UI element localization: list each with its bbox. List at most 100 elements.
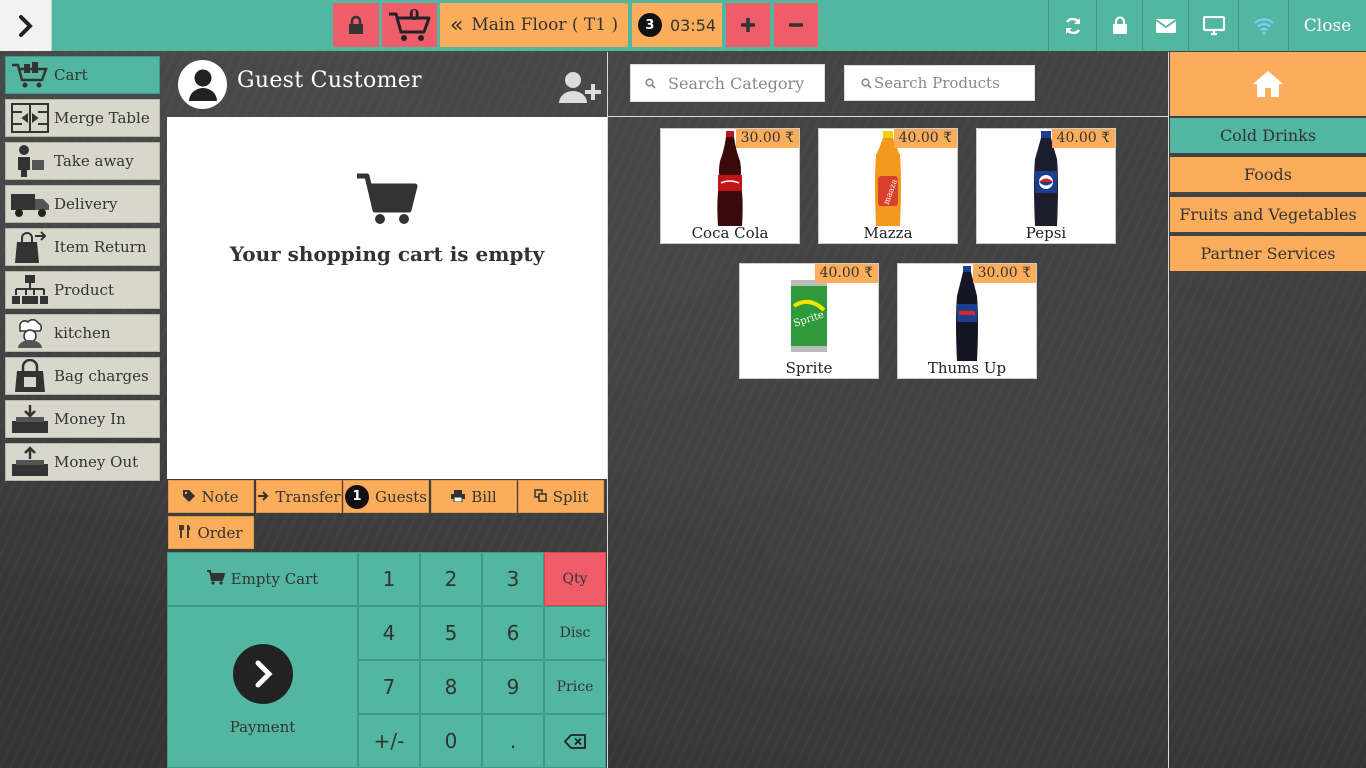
product-name: Mazza <box>863 224 913 242</box>
session-count-badge: 3 <box>637 13 662 37</box>
category-fruits-and-vegetables[interactable]: Fruits and Vegetables <box>1170 197 1366 234</box>
search-category-input[interactable] <box>668 73 824 93</box>
double-chevron-left-icon: « <box>449 12 464 38</box>
remove-table-button[interactable] <box>774 3 818 47</box>
backspace-button[interactable] <box>544 714 606 768</box>
cutlery-icon <box>178 524 191 542</box>
product-card-mazza[interactable]: maaza 40.00 ₹ Mazza <box>818 128 958 244</box>
product-price: 30.00 ₹ <box>972 264 1036 283</box>
order-button[interactable]: Order <box>168 516 254 549</box>
order-label: Order <box>197 523 243 542</box>
key-1[interactable]: 1 <box>358 552 420 606</box>
guests-label: Guests <box>375 487 427 506</box>
cart-icon <box>206 569 226 589</box>
cart-count-badge: 0 <box>409 6 420 24</box>
close-button[interactable]: Close <box>1288 0 1366 51</box>
sidebar-item-label: Delivery <box>54 195 118 213</box>
search-products-field[interactable] <box>844 65 1035 101</box>
sidebar-item-money-out[interactable]: Money Out <box>5 443 160 481</box>
sidebar-item-label: Bag charges <box>54 367 149 385</box>
cart-button[interactable]: 0 <box>382 3 437 47</box>
lock-table-button[interactable] <box>333 3 379 47</box>
add-table-button[interactable] <box>726 3 770 47</box>
key-0[interactable]: 0 <box>420 714 482 768</box>
refresh-button[interactable] <box>1048 0 1096 51</box>
display-button[interactable] <box>1188 0 1238 51</box>
home-button[interactable] <box>1170 52 1366 116</box>
key-5[interactable]: 5 <box>420 606 482 660</box>
print-icon <box>451 488 466 506</box>
home-icon <box>1253 71 1283 97</box>
note-label: Note <box>201 487 239 506</box>
sprite-can-image: Sprite <box>791 280 827 352</box>
toggle-sidebar-button[interactable] <box>0 0 52 51</box>
bill-button[interactable]: Bill <box>431 480 517 513</box>
category-cold-drinks[interactable]: Cold Drinks <box>1170 118 1366 155</box>
key-4[interactable]: 4 <box>358 606 420 660</box>
category-foods[interactable]: Foods <box>1170 157 1366 194</box>
search-products-input[interactable] <box>874 74 1034 92</box>
panel-divider <box>1168 52 1169 768</box>
envelope-icon <box>1155 18 1176 33</box>
product-card-sprite[interactable]: Sprite 40.00 ₹ Sprite <box>739 263 879 379</box>
empty-cart-button[interactable]: Empty Cart <box>167 552 358 606</box>
product-card-pepsi[interactable]: 40.00 ₹ Pepsi <box>976 128 1116 244</box>
take-away-icon <box>6 143 54 179</box>
table-selector-button[interactable]: « Main Floor ( T1 ) <box>440 3 628 47</box>
tag-icon <box>183 488 196 506</box>
timer-text: 03:54 <box>669 15 717 35</box>
note-button[interactable]: Note <box>168 480 254 513</box>
key-8[interactable]: 8 <box>420 660 482 714</box>
guests-count-badge: 1 <box>345 484 370 509</box>
sidebar-item-product[interactable]: Product <box>5 271 160 309</box>
chevron-right-icon <box>18 14 33 37</box>
item-return-icon <box>6 229 54 265</box>
split-button[interactable]: Split <box>518 480 604 513</box>
copy-icon <box>533 488 547 506</box>
key-decimal[interactable]: . <box>482 714 544 768</box>
key-2[interactable]: 2 <box>420 552 482 606</box>
sidebar-item-item-return[interactable]: Item Return <box>5 228 160 266</box>
key-9[interactable]: 9 <box>482 660 544 714</box>
guests-button[interactable]: 1 Guests <box>343 480 429 513</box>
product-price: 40.00 ₹ <box>814 264 878 283</box>
sidebar-item-delivery[interactable]: Delivery <box>5 185 160 223</box>
price-button[interactable]: Price <box>544 660 606 714</box>
refresh-icon <box>1065 17 1080 34</box>
product-price: 30.00 ₹ <box>735 129 799 148</box>
customer-avatar[interactable] <box>178 60 227 109</box>
empty-cart-message: Your shopping cart is empty <box>229 242 545 266</box>
add-customer-button[interactable] <box>558 70 602 104</box>
key-6[interactable]: 6 <box>482 606 544 660</box>
product-card-thums-up[interactable]: 30.00 ₹ Thums Up <box>897 263 1037 379</box>
sidebar-item-bag-charges[interactable]: Bag charges <box>5 357 160 395</box>
empty-cart-label: Empty Cart <box>230 570 319 588</box>
lock-screen-button[interactable] <box>1096 0 1142 51</box>
category-partner-services[interactable]: Partner Services <box>1170 236 1366 273</box>
disc-button[interactable]: Disc <box>544 606 606 660</box>
product-name: Coca Cola <box>691 224 769 242</box>
transfer-label: Transfer <box>275 487 341 506</box>
search-icon <box>631 77 668 89</box>
customer-name[interactable]: Guest Customer <box>237 68 422 93</box>
sidebar-item-kitchen[interactable]: kitchen <box>5 314 160 352</box>
money-out-icon <box>6 444 54 480</box>
key-3[interactable]: 3 <box>482 552 544 606</box>
key-plus-minus[interactable]: +/- <box>358 714 420 768</box>
sidebar-item-cart[interactable]: Cart <box>5 56 160 94</box>
product-card-coca-cola[interactable]: 30.00 ₹ Coca Cola <box>660 128 800 244</box>
payment-button[interactable]: Payment <box>167 606 358 768</box>
sidebar-item-label: Product <box>54 281 114 299</box>
product-name: Sprite <box>785 359 833 377</box>
sidebar-item-merge-table[interactable]: Merge Table <box>5 99 160 137</box>
qty-button[interactable]: Qty <box>544 552 606 606</box>
sidebar-item-money-in[interactable]: Money In <box>5 400 160 438</box>
empty-cart-icon <box>355 172 419 230</box>
search-category-field[interactable] <box>630 64 825 102</box>
sidebar-item-take-away[interactable]: Take away <box>5 142 160 180</box>
messages-button[interactable] <box>1142 0 1188 51</box>
table-label: Main Floor ( T1 ) <box>471 15 619 35</box>
key-7[interactable]: 7 <box>358 660 420 714</box>
merge-table-icon <box>6 100 54 136</box>
transfer-button[interactable]: Transfer <box>256 480 342 513</box>
